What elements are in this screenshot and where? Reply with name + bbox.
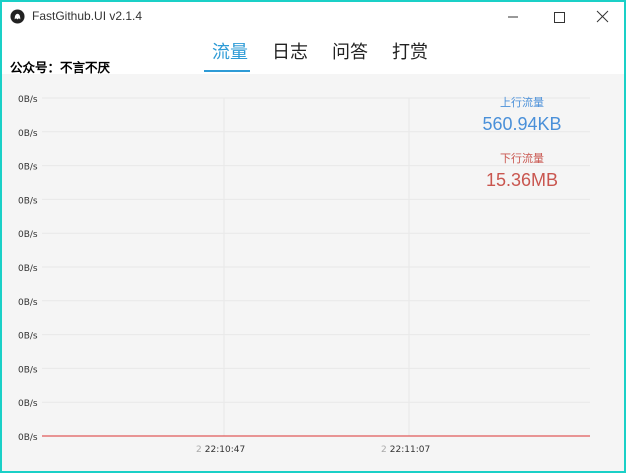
tab-traffic-label: 流量 [212,42,248,63]
tab-donate-label: 打赏 [392,42,428,63]
upload-label: 上行流量 [500,97,544,109]
y-tick-label: 0B/s [18,163,38,173]
x-tick-label: 22:11:07 [390,445,430,455]
active-tab-indicator [204,70,250,72]
y-tick-label: 0B/s [18,399,38,409]
y-tick-label: 0B/s [18,230,38,240]
y-tick-label: 0B/s [18,365,38,375]
close-button[interactable] [580,2,624,32]
tab-faq-label: 问答 [332,42,368,63]
app-logo-icon [10,9,25,24]
x-tick-ghost: 2 [196,445,202,455]
title-bar[interactable]: FastGithub.UI v2.1.4 [2,2,624,32]
upload-stat: 上行流量 560.94KB [452,94,592,135]
y-tick-label: 0B/s [18,298,38,308]
tab-faq[interactable]: 问答 [329,40,371,72]
maximize-button[interactable] [536,2,582,32]
tab-traffic[interactable]: 流量 [209,40,251,72]
tab-logs[interactable]: 日志 [269,40,311,72]
app-window: FastGithub.UI v2.1.4 流量 日志 问答 打赏 公众号：不言不… [0,0,626,473]
window-title: FastGithub.UI v2.1.4 [32,9,143,23]
y-tick-label: 0B/s [18,332,38,342]
download-label: 下行流量 [500,153,544,165]
y-tick-label: 0B/s [18,433,38,443]
tab-logs-label: 日志 [272,42,308,63]
close-icon [596,10,609,23]
minimize-icon [508,16,518,18]
y-tick-label: 0B/s [18,129,38,139]
y-tick-label: 0B/s [18,264,38,274]
download-value: 15.36MB [485,170,559,190]
tab-donate[interactable]: 打赏 [389,40,431,72]
y-tick-label: 0B/s [18,196,38,206]
maximize-icon [554,12,565,23]
x-tick-label: 22:10:47 [205,445,245,455]
download-stat: 下行流量 15.36MB [452,150,592,191]
y-tick-label: 0B/s [18,95,38,105]
x-tick-ghost: 2 [381,445,387,455]
upload-value: 560.94KB [482,114,562,134]
traffic-chart: 0B/s 0B/s 0B/s 0B/s 0B/s 0B/s 0B/s 0B/s 0B/s 0B/s… [2,74,624,471]
minimize-button[interactable] [490,2,536,32]
